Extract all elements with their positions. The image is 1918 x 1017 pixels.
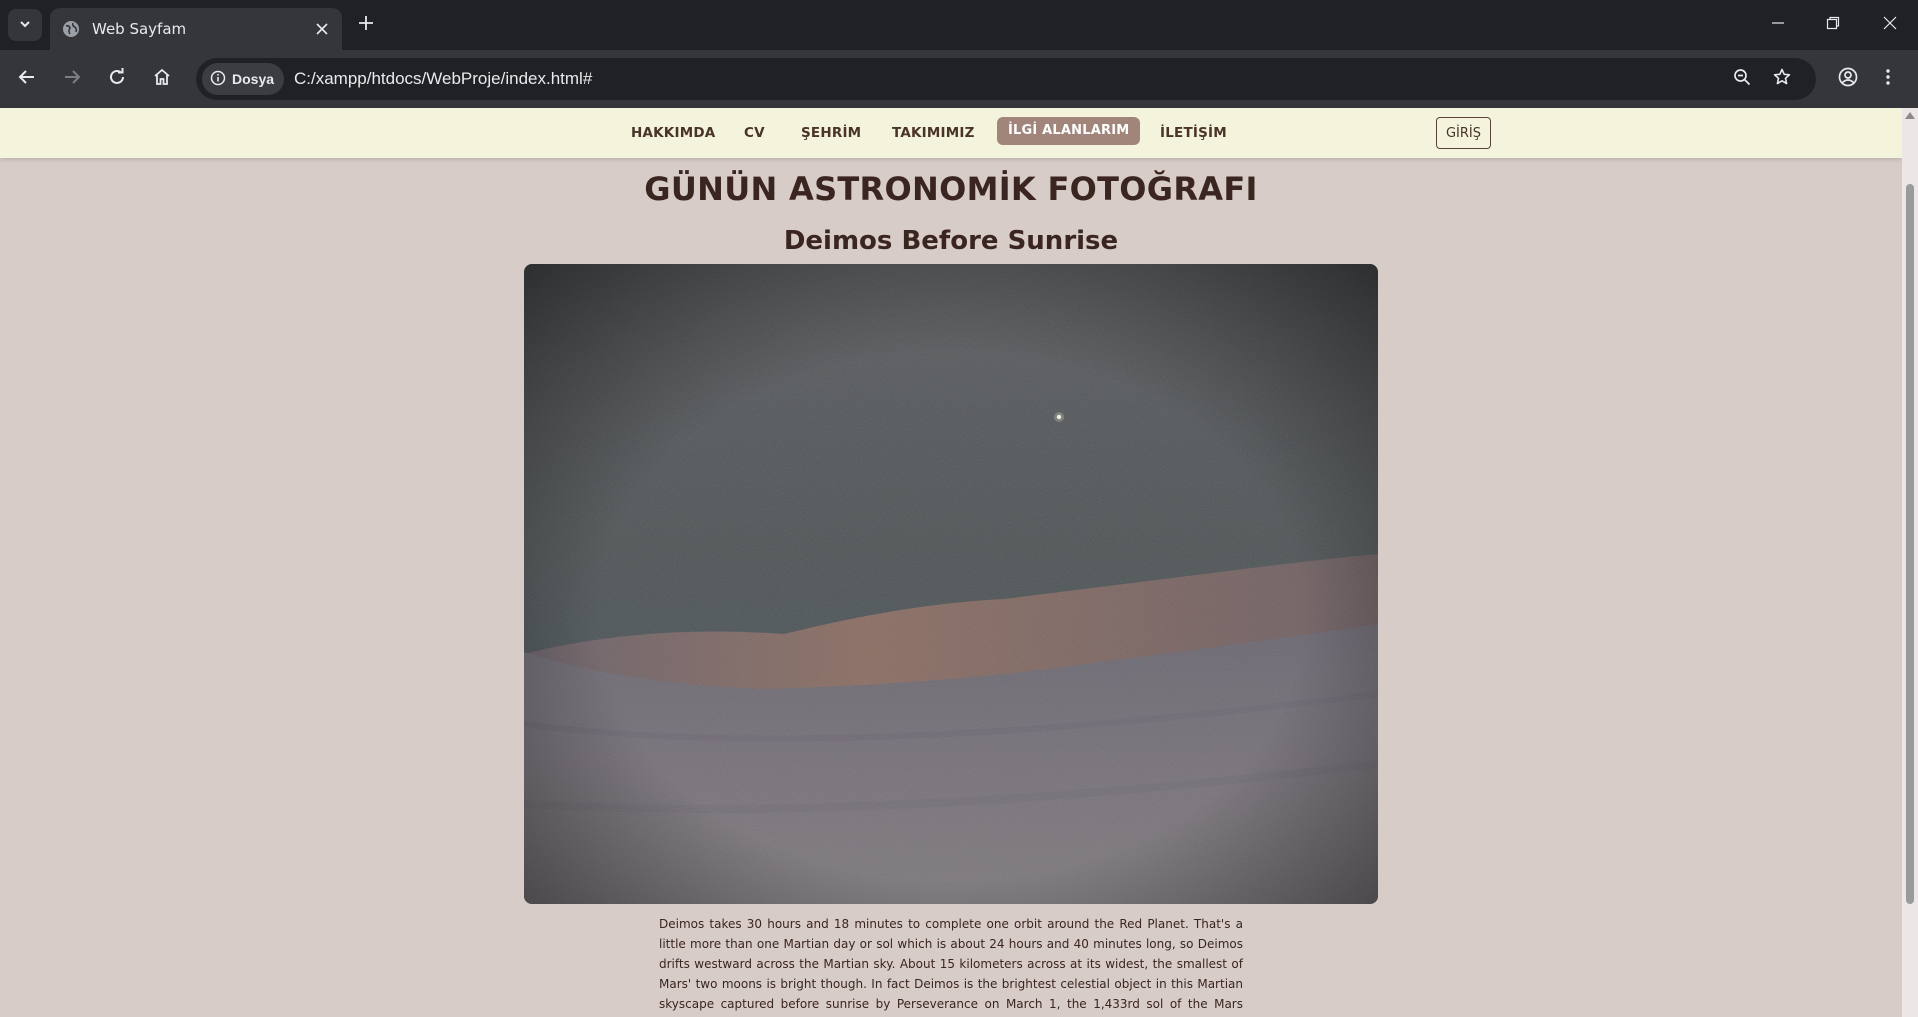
bookmark-button[interactable] — [1766, 63, 1798, 95]
zoom-out-icon — [1733, 68, 1751, 90]
kebab-menu-icon — [1885, 68, 1891, 90]
home-button[interactable] — [146, 63, 178, 95]
chevron-down-icon — [18, 16, 32, 35]
restore-icon — [1826, 15, 1840, 34]
page-title: GÜNÜN ASTRONOMİK FOTOĞRAFI — [644, 170, 1258, 208]
photo-title: Deimos Before Sunrise — [783, 226, 1119, 256]
apod-photo — [524, 264, 1378, 904]
home-icon — [153, 68, 171, 90]
tab-strip: Web Sayfam — [0, 0, 1918, 50]
page-viewport: HAKKIMDA CV ŞEHRİM TAKIMIMIZ İLGİ ALANLA… — [0, 108, 1902, 1017]
reload-icon — [108, 68, 126, 90]
browser-toolbar: Dosya C:/xampp/htdocs/WebProje/index.htm… — [0, 50, 1918, 108]
nav-link-iletisim[interactable]: İLETİŞİM — [1160, 125, 1227, 141]
page-scrollbar[interactable] — [1902, 108, 1918, 1017]
close-icon — [1883, 15, 1897, 34]
nav-link-hakkimda[interactable]: HAKKIMDA — [631, 125, 715, 141]
arrow-left-icon — [18, 68, 36, 90]
globe-icon — [62, 20, 80, 38]
nav-link-ilgi-alanlarim[interactable]: İLGİ ALANLARIM — [997, 117, 1141, 145]
zoom-button[interactable] — [1726, 63, 1758, 95]
restore-button[interactable] — [1805, 0, 1861, 48]
plus-icon — [358, 15, 374, 35]
close-tab-icon[interactable] — [312, 19, 332, 39]
info-icon — [210, 70, 232, 89]
address-bar[interactable]: Dosya C:/xampp/htdocs/WebProje/index.htm… — [196, 58, 1816, 100]
back-button[interactable] — [11, 63, 43, 95]
profile-button[interactable] — [1832, 63, 1864, 95]
arrow-right-icon — [63, 68, 81, 90]
nav-link-cv[interactable]: CV — [744, 125, 765, 141]
photo-explanation: Deimos takes 30 hours and 18 minutes to … — [659, 917, 1243, 1011]
close-window-button[interactable] — [1862, 0, 1918, 48]
profile-icon — [1838, 67, 1858, 91]
reload-button[interactable] — [101, 63, 133, 95]
menu-button[interactable] — [1878, 63, 1898, 95]
nav-link-takimimiz[interactable]: TAKIMIMIZ — [892, 125, 975, 141]
site-navbar: HAKKIMDA CV ŞEHRİM TAKIMIMIZ İLGİ ALANLA… — [0, 108, 1902, 158]
tab-title: Web Sayfam — [92, 20, 187, 38]
scrollbar-thumb[interactable] — [1906, 184, 1914, 904]
site-chip-label: Dosya — [232, 71, 275, 87]
url-text[interactable]: C:/xampp/htdocs/WebProje/index.html# — [294, 69, 592, 89]
forward-button[interactable] — [56, 63, 88, 95]
site-info-chip[interactable]: Dosya — [202, 63, 285, 95]
browser-tab[interactable]: Web Sayfam — [50, 8, 342, 50]
star-icon — [1773, 68, 1791, 90]
login-button[interactable]: GİRİŞ — [1436, 117, 1491, 149]
new-tab-button[interactable] — [353, 12, 379, 38]
nav-link-sehrim[interactable]: ŞEHRİM — [801, 125, 861, 141]
tab-search-button[interactable] — [8, 9, 42, 41]
minimize-icon — [1771, 15, 1785, 34]
minimize-button[interactable] — [1750, 0, 1806, 48]
scroll-up-arrow-icon[interactable] — [1905, 112, 1915, 119]
